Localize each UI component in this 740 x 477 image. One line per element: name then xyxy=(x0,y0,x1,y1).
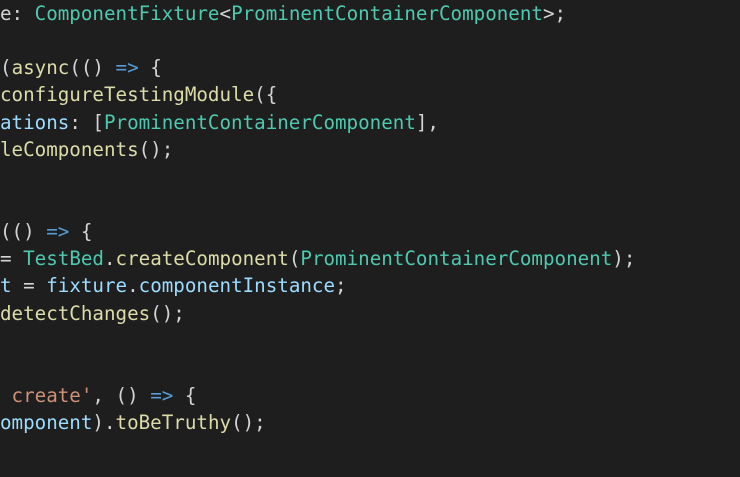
code-token: ], xyxy=(415,110,439,134)
code-line[interactable]: detectChanges(); xyxy=(0,300,635,327)
code-token: >; xyxy=(542,1,567,25)
code-token: TestBed xyxy=(23,247,104,271)
code-editor[interactable]: e: ComponentFixture<ProminentContainerCo… xyxy=(0,0,740,477)
code-token: { xyxy=(69,219,93,243)
code-token: createComponent xyxy=(115,247,289,271)
code-line[interactable]: ​ xyxy=(0,464,635,477)
code-line[interactable]: ​ xyxy=(0,354,635,381)
code-token: ProminentContainerComponent xyxy=(103,110,416,134)
code-token: => xyxy=(46,219,70,243)
code-line[interactable]: ​ xyxy=(0,191,635,218)
code-token: create' xyxy=(0,383,93,407)
code-token: componentInstance xyxy=(138,274,336,298)
code-line[interactable]: = TestBed.createComponent(ProminentConta… xyxy=(0,245,635,272)
code-token: configureTestingModule xyxy=(0,83,255,107)
code-line[interactable]: ​ xyxy=(0,27,635,54)
code-token: . xyxy=(103,247,116,271)
code-line[interactable]: ations: [ProminentContainerComponent], xyxy=(0,109,635,136)
code-token: => xyxy=(115,56,139,80)
code-token: e: xyxy=(0,1,35,25)
code-token: (() xyxy=(69,56,116,80)
code-token: leComponents xyxy=(0,137,139,161)
code-line[interactable]: omponent).toBeTruthy(); xyxy=(0,409,635,436)
code-token: detectChanges xyxy=(0,301,151,325)
code-line[interactable]: e: ComponentFixture<ProminentContainerCo… xyxy=(0,0,635,27)
code-token: ProminentContainerComponent xyxy=(231,1,543,25)
code-token: ({ xyxy=(254,83,278,107)
code-token: fixture xyxy=(46,274,128,298)
code-line[interactable]: t = fixture.componentInstance; xyxy=(0,272,635,299)
code-line[interactable]: (() => { xyxy=(0,218,635,245)
code-token: ( xyxy=(288,247,301,271)
code-token: = xyxy=(0,247,24,271)
code-token: = xyxy=(11,274,47,298)
code-line[interactable]: leComponents(); xyxy=(0,136,635,163)
code-line[interactable]: ​ xyxy=(0,163,635,190)
code-token: (); xyxy=(138,137,174,161)
code-token: ). xyxy=(92,410,116,434)
code-token: ); xyxy=(612,247,636,271)
code-token: t xyxy=(0,274,12,298)
code-line[interactable]: create', () => { xyxy=(0,382,635,409)
code-text-area[interactable]: e: ComponentFixture<ProminentContainerCo… xyxy=(0,0,635,477)
code-token: toBeTruthy xyxy=(115,410,232,434)
code-token: { xyxy=(173,383,197,407)
code-line[interactable]: configureTestingModule({ xyxy=(0,81,635,108)
code-line[interactable]: ​ xyxy=(0,436,635,463)
code-token: async xyxy=(11,56,70,80)
code-token: ations xyxy=(0,110,70,134)
code-token: : [ xyxy=(69,110,104,134)
code-token: ComponentFixture xyxy=(34,1,220,25)
code-token: => xyxy=(150,383,174,407)
code-token: ; xyxy=(335,274,347,298)
code-token: (() xyxy=(0,219,47,243)
code-token: < xyxy=(219,1,232,25)
code-token: ( xyxy=(0,56,12,80)
code-token: (); xyxy=(231,410,266,434)
code-line[interactable]: (async(() => { xyxy=(0,54,635,81)
code-token: ProminentContainerComponent xyxy=(300,247,613,271)
code-token: . xyxy=(127,274,139,298)
code-token: { xyxy=(138,56,162,80)
code-line[interactable]: ​ xyxy=(0,327,635,354)
code-token: , () xyxy=(92,383,151,407)
code-token: omponent xyxy=(0,410,93,434)
code-token: (); xyxy=(150,301,185,325)
